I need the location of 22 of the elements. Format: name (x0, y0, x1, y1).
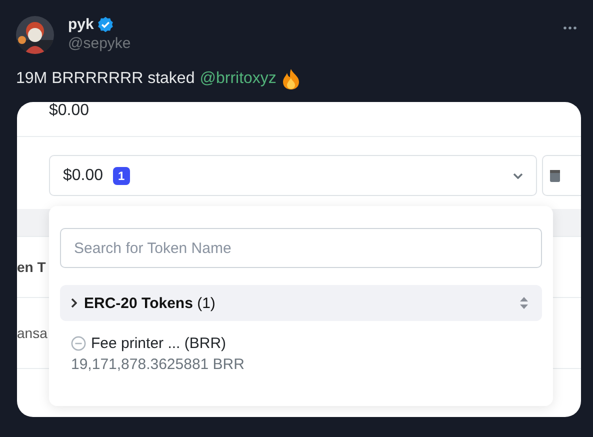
token-search-field[interactable]: Search for Token Name (60, 228, 542, 268)
author-name[interactable]: pyk (68, 16, 94, 33)
date-button[interactable] (542, 155, 581, 196)
token-item[interactable]: Fee printer ... (BRR) 19,171,878.3625881 BRR (60, 321, 542, 373)
count-badge: 1 (113, 166, 130, 184)
token-placeholder-icon (71, 336, 86, 351)
token-select[interactable]: $0.00 1 (49, 155, 538, 196)
author-handle[interactable]: @sepyke (68, 35, 131, 52)
token-name: Fee printer ... (BRR) (91, 335, 226, 352)
table-text: ansa (17, 325, 48, 341)
mention-link[interactable]: @brritoxyz (200, 70, 276, 88)
token-group-header[interactable]: ERC-20 Tokens (1) (60, 285, 542, 321)
more-icon[interactable] (563, 26, 577, 30)
token-amount: 19,171,878.3625881 BRR (71, 356, 246, 373)
chevron-down-icon (513, 172, 524, 178)
chevron-right-icon (71, 298, 77, 308)
post-text: 19M BRRRRRRR staked (16, 70, 195, 88)
table-text: en T (17, 259, 46, 275)
balance-value: $0.00 (49, 102, 90, 120)
calendar-icon (550, 170, 560, 182)
sort-icon (519, 296, 529, 310)
fire-icon (281, 68, 302, 90)
